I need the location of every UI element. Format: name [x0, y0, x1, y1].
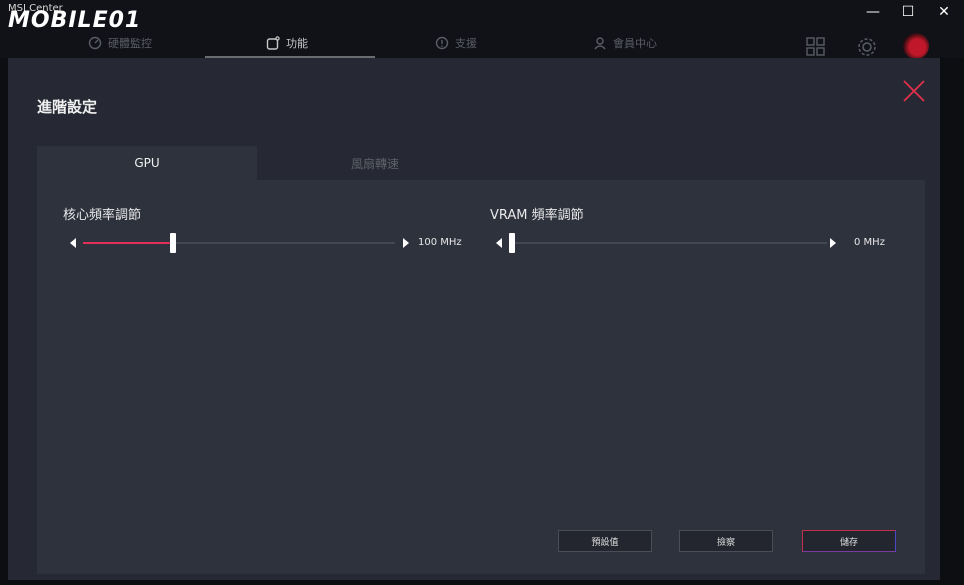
- core-clock-slider[interactable]: [83, 233, 395, 253]
- nav-tab-label: 會員中心: [613, 37, 657, 50]
- gauge-icon: [88, 36, 102, 50]
- feature-icon: [266, 36, 280, 50]
- nav-tab-member-center[interactable]: 會員中心: [593, 30, 657, 56]
- title-bar: MSI Center MOBILE01 — ☐ ✕ 硬體監控 功能 支援 會員中…: [0, 0, 964, 59]
- tab-gpu[interactable]: GPU: [37, 146, 257, 180]
- vram-clock-thumb[interactable]: [509, 233, 515, 253]
- support-icon: [435, 36, 449, 50]
- core-decrease-arrow-icon[interactable]: [70, 238, 76, 248]
- core-clock-thumb[interactable]: [170, 233, 176, 253]
- default-button[interactable]: 預設值: [558, 530, 652, 552]
- core-clock-value: 100 MHz: [418, 237, 462, 248]
- nav-tab-label: 硬體監控: [108, 37, 152, 50]
- core-clock-fill: [83, 242, 173, 244]
- page-title: 進階設定: [37, 98, 98, 116]
- close-window-button[interactable]: ✕: [928, 0, 960, 24]
- tab-fan-speed[interactable]: 風扇轉速: [257, 146, 493, 180]
- maximize-button[interactable]: ☐: [892, 0, 924, 24]
- close-icon[interactable]: [903, 80, 925, 102]
- core-clock-label: 核心頻率調節: [63, 208, 142, 223]
- gpu-settings-content: 核心頻率調節 100 MHz VRAM 頻率調節 0 MHz 預設值 撿察 儲存: [37, 180, 925, 574]
- minimize-button[interactable]: —: [857, 0, 889, 24]
- vram-decrease-arrow-icon[interactable]: [496, 238, 502, 248]
- nav-tab-label: 功能: [286, 37, 308, 50]
- vram-clock-value: 0 MHz: [854, 237, 885, 248]
- nav-tab-label: 支援: [455, 37, 477, 50]
- vram-increase-arrow-icon[interactable]: [830, 238, 836, 248]
- nav-tab-features[interactable]: 功能: [266, 30, 308, 56]
- vram-clock-slider[interactable]: [509, 233, 827, 253]
- reset-button[interactable]: 撿察: [679, 530, 773, 552]
- avatar[interactable]: [903, 33, 929, 59]
- core-increase-arrow-icon[interactable]: [403, 238, 409, 248]
- save-button[interactable]: 儲存: [802, 530, 896, 552]
- nav-tab-support[interactable]: 支援: [435, 30, 477, 56]
- advanced-settings-panel: 進階設定 GPU 風扇轉速 核心頻率調節 100 MHz VRAM 頻率調節 0…: [8, 58, 940, 580]
- nav-tab-hardware-monitor[interactable]: 硬體監控: [88, 30, 152, 56]
- user-icon: [593, 36, 607, 50]
- vram-clock-label: VRAM 頻率調節: [490, 208, 584, 223]
